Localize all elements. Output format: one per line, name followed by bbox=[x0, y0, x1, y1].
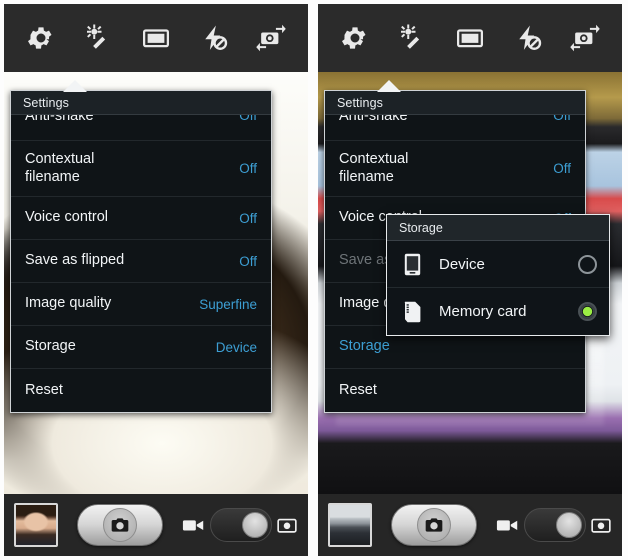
photo-mode-icon bbox=[277, 518, 297, 533]
setting-row-image-quality[interactable]: Image quality Superfine bbox=[11, 283, 271, 326]
radio-button-memory-card[interactable] bbox=[578, 302, 597, 321]
setting-value: Off bbox=[239, 115, 257, 123]
video-mode-icon bbox=[496, 520, 518, 531]
setting-value: Off bbox=[239, 161, 257, 176]
popup-pointer-arrow bbox=[63, 80, 87, 92]
setting-label: Contextual filename bbox=[25, 151, 95, 185]
storage-dialog-title: Storage bbox=[387, 215, 609, 241]
mode-switch-knob[interactable] bbox=[556, 512, 582, 538]
flash-off-icon[interactable] bbox=[507, 17, 549, 59]
setting-value: Off bbox=[553, 115, 571, 123]
setting-label: Storage bbox=[25, 338, 76, 355]
storage-option-label: Device bbox=[439, 255, 485, 273]
storage-option-device[interactable]: Device bbox=[387, 241, 609, 288]
camera-screen-right: Settings Anti-shake Off Contextual filen… bbox=[318, 4, 622, 556]
phone-icon bbox=[399, 253, 425, 276]
setting-value: Superfine bbox=[199, 296, 257, 312]
setting-row-contextual-filename[interactable]: Contextual filename Off bbox=[11, 141, 271, 197]
photo-mode-icon bbox=[591, 518, 611, 533]
setting-row-contextual-filename[interactable]: Contextual filename Off bbox=[325, 141, 585, 197]
gallery-thumbnail[interactable] bbox=[14, 503, 58, 547]
flash-off-icon[interactable] bbox=[193, 17, 235, 59]
setting-label: Reset bbox=[339, 381, 377, 398]
settings-gear-icon[interactable] bbox=[20, 17, 62, 59]
setting-value: Off bbox=[239, 210, 257, 226]
popup-pointer-arrow bbox=[377, 80, 401, 92]
shutter-area bbox=[372, 504, 496, 546]
camera-toolbar-left bbox=[4, 4, 308, 72]
camera-controls-left bbox=[4, 494, 308, 556]
storage-dialog: Storage Device Memory card bbox=[386, 214, 610, 336]
setting-row-reset[interactable]: Reset bbox=[11, 369, 271, 412]
setting-value: Off bbox=[239, 253, 257, 269]
setting-row-voice-control[interactable]: Voice control Off bbox=[11, 197, 271, 240]
shooting-mode-frame-icon[interactable] bbox=[135, 17, 177, 59]
camera-screen-left: Settings Anti-shake Off Contextual filen… bbox=[4, 4, 308, 556]
setting-label: Anti-shake bbox=[25, 115, 94, 124]
setting-value: Device bbox=[215, 339, 257, 355]
settings-gear-icon[interactable] bbox=[334, 17, 376, 59]
camera-controls-right bbox=[318, 494, 622, 556]
screenshot-root: Settings Anti-shake Off Contextual filen… bbox=[0, 0, 628, 560]
switch-camera-icon[interactable] bbox=[564, 17, 606, 59]
setting-row-anti-shake[interactable]: Anti-shake Off bbox=[11, 115, 271, 141]
switch-camera-icon[interactable] bbox=[250, 17, 292, 59]
camera-mode-switch[interactable] bbox=[496, 508, 612, 542]
setting-label: Storage bbox=[339, 338, 390, 355]
shutter-area bbox=[58, 504, 182, 546]
sd-card-icon bbox=[399, 301, 425, 323]
effects-magic-wand-icon[interactable] bbox=[391, 17, 433, 59]
setting-value: Off bbox=[553, 161, 571, 176]
shooting-mode-frame-icon[interactable] bbox=[449, 17, 491, 59]
shutter-camera-icon bbox=[103, 508, 137, 542]
storage-option-label: Memory card bbox=[439, 303, 527, 320]
camera-mode-switch[interactable] bbox=[182, 508, 298, 542]
shutter-camera-icon bbox=[417, 508, 451, 542]
camera-toolbar-right bbox=[318, 4, 622, 72]
mode-switch-track[interactable] bbox=[524, 508, 586, 542]
setting-row-storage[interactable]: Storage Device bbox=[11, 326, 271, 369]
settings-popup-title: Settings bbox=[11, 91, 271, 115]
storage-option-memory-card[interactable]: Memory card bbox=[387, 288, 609, 335]
setting-label: Image quality bbox=[25, 295, 112, 312]
effects-magic-wand-icon[interactable] bbox=[77, 17, 119, 59]
gallery-thumbnail[interactable] bbox=[328, 503, 372, 547]
shutter-button[interactable] bbox=[391, 504, 477, 546]
setting-label: Reset bbox=[25, 381, 63, 398]
setting-row-save-as-flipped[interactable]: Save as flipped Off bbox=[11, 240, 271, 283]
shutter-button[interactable] bbox=[77, 504, 163, 546]
setting-label: Contextual filename bbox=[339, 151, 409, 185]
video-mode-icon bbox=[182, 520, 204, 531]
settings-popup-title: Settings bbox=[325, 91, 585, 115]
setting-label: Voice control bbox=[25, 209, 109, 226]
setting-label: Anti-shake bbox=[339, 115, 408, 124]
setting-row-reset[interactable]: Reset bbox=[325, 369, 585, 412]
setting-row-anti-shake[interactable]: Anti-shake Off bbox=[325, 115, 585, 141]
radio-button-device[interactable] bbox=[578, 254, 597, 274]
mode-switch-track[interactable] bbox=[210, 508, 272, 542]
mode-switch-knob[interactable] bbox=[242, 512, 268, 538]
settings-popup-left: Settings Anti-shake Off Contextual filen… bbox=[10, 80, 272, 413]
setting-label: Save as flipped bbox=[25, 252, 125, 269]
